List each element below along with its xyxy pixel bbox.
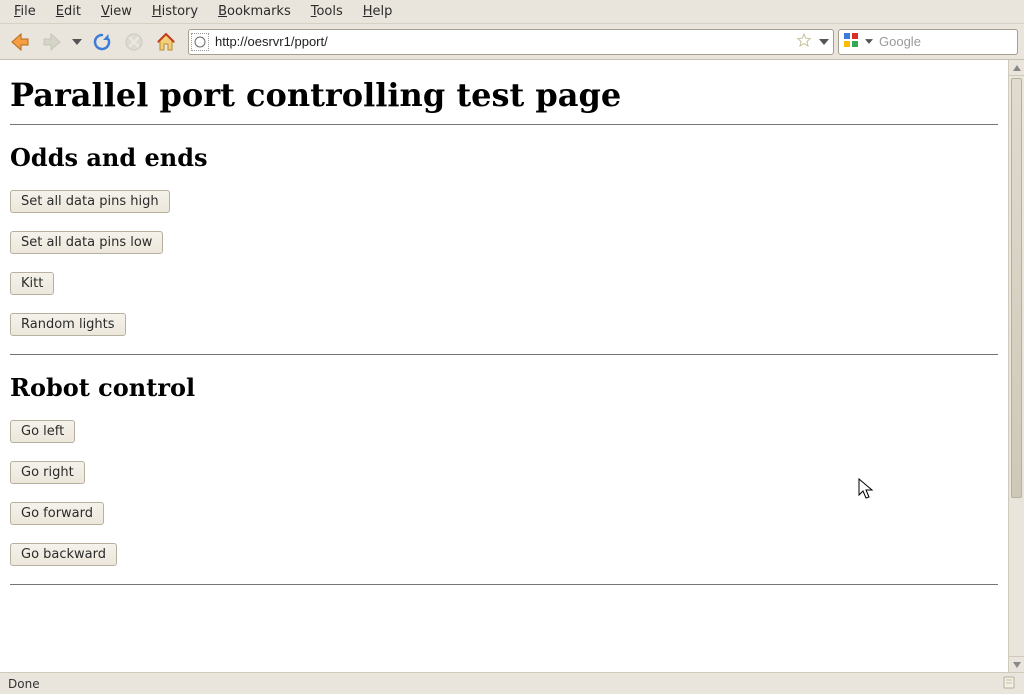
chevron-down-icon	[1013, 662, 1021, 668]
go-right-button[interactable]: Go right	[10, 461, 85, 484]
chevron-down-icon	[865, 39, 873, 44]
chevron-down-icon	[72, 39, 82, 45]
status-text: Done	[8, 677, 40, 691]
stop-icon	[124, 32, 144, 52]
search-input[interactable]	[877, 33, 1024, 50]
navigation-toolbar	[0, 24, 1024, 60]
section1-heading: Odds and ends	[10, 143, 998, 172]
vertical-scrollbar[interactable]	[1008, 60, 1024, 672]
go-left-button[interactable]: Go left	[10, 420, 75, 443]
menu-tools[interactable]: Tools	[303, 2, 351, 21]
random-lights-button[interactable]: Random lights	[10, 313, 126, 336]
stop-button[interactable]	[120, 28, 148, 56]
set-pins-low-button[interactable]: Set all data pins low	[10, 231, 163, 254]
reload-button[interactable]	[88, 28, 116, 56]
back-button[interactable]	[6, 28, 34, 56]
scroll-thumb[interactable]	[1011, 78, 1022, 498]
search-bar	[838, 29, 1018, 55]
scroll-up-button[interactable]	[1009, 60, 1024, 76]
home-button[interactable]	[152, 28, 180, 56]
bookmark-star-icon[interactable]	[795, 33, 813, 51]
section2-heading: Robot control	[10, 373, 998, 402]
forward-button[interactable]	[38, 28, 66, 56]
url-bar	[188, 29, 834, 55]
menubar: File Edit View History Bookmarks Tools H…	[0, 0, 1024, 24]
google-icon	[843, 32, 859, 48]
page-favicon-icon	[194, 36, 206, 48]
reload-icon	[92, 32, 112, 52]
divider	[10, 354, 998, 355]
note-icon	[1002, 675, 1016, 689]
search-engine-dropdown[interactable]	[865, 28, 873, 56]
home-icon	[155, 31, 177, 53]
site-identity-icon[interactable]	[191, 33, 209, 51]
go-forward-button[interactable]: Go forward	[10, 502, 104, 525]
go-backward-button[interactable]: Go backward	[10, 543, 117, 566]
star-icon	[797, 33, 811, 47]
menu-help[interactable]: Help	[355, 2, 401, 21]
menu-history[interactable]: History	[144, 2, 206, 21]
menu-file[interactable]: File	[6, 2, 44, 21]
divider	[10, 584, 998, 585]
scroll-down-button[interactable]	[1009, 656, 1024, 672]
divider	[10, 124, 998, 125]
search-engine-icon[interactable]	[841, 32, 861, 52]
page-viewport: Parallel port controlling test page Odds…	[0, 60, 1008, 672]
status-right	[1002, 675, 1016, 692]
url-history-dropdown[interactable]	[817, 28, 831, 56]
content-area: Parallel port controlling test page Odds…	[0, 60, 1024, 672]
menu-bookmarks[interactable]: Bookmarks	[210, 2, 299, 21]
nav-history-dropdown[interactable]	[70, 28, 84, 56]
notepad-icon[interactable]	[1002, 675, 1016, 692]
forward-arrow-icon	[41, 31, 63, 53]
url-input[interactable]	[213, 33, 791, 50]
page-title: Parallel port controlling test page	[10, 76, 998, 114]
set-pins-high-button[interactable]: Set all data pins high	[10, 190, 170, 213]
menu-view[interactable]: View	[93, 2, 140, 21]
chevron-down-icon	[819, 39, 829, 45]
rendered-page: Parallel port controlling test page Odds…	[0, 60, 1008, 601]
chevron-up-icon	[1013, 65, 1021, 71]
back-arrow-icon	[9, 31, 31, 53]
status-bar: Done	[0, 672, 1024, 694]
menu-edit[interactable]: Edit	[48, 2, 89, 21]
kitt-button[interactable]: Kitt	[10, 272, 54, 295]
